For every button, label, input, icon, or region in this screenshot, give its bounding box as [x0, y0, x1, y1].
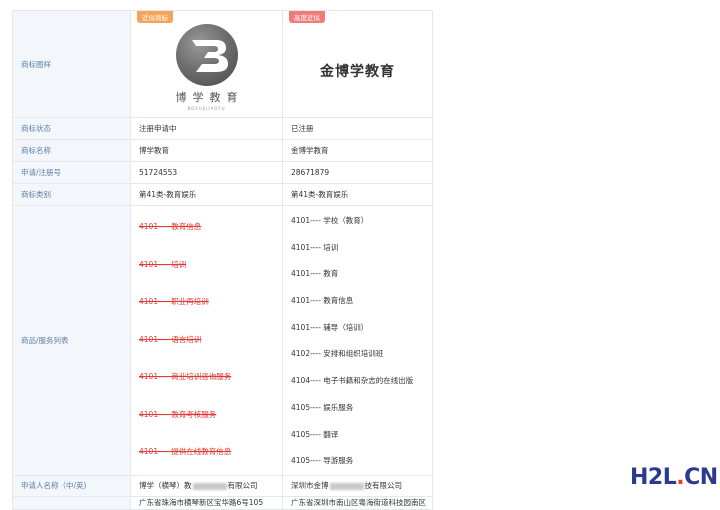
list-item: 4101---- 学校（教育） [291, 216, 369, 225]
class-a: 第41类-教育娱乐 [130, 183, 283, 206]
label-trademark-image: 商标图样 [12, 10, 131, 118]
label-services: 商品/服务列表 [12, 205, 131, 476]
applicant-a-prefix: 博学（横琴）教 [139, 481, 192, 491]
address-a: 广东省珠海市横琴新区宝华路6号105 [130, 495, 283, 510]
applicant-a-suffix: 有限公司 [227, 481, 258, 491]
list-item: 4101---- 辅导（培训） [291, 322, 369, 332]
status-a: 注册申请中 [130, 117, 283, 140]
watermark-cn: CN [684, 465, 718, 490]
list-item: 4104---- 电子书籍和杂志的在线出版 [291, 376, 414, 386]
reg-no-a: 51724553 [130, 161, 283, 184]
applicant-b-suffix: 技有限公司 [364, 481, 403, 491]
status-b: 已注册 [282, 117, 433, 140]
row-applicant: 申请人名称（中/英) 博学（横琴）教 有限公司 深圳市金博 技有限公司 [12, 474, 433, 497]
class-b: 第41类-教育娱乐 [282, 183, 433, 206]
list-item: 4105---- 导游服务 [291, 456, 354, 466]
high-similar-tag: 高度近似 [289, 11, 325, 23]
similar-tag: 近似商标 [137, 11, 173, 23]
row-trademark-image: 商标图样 近似商标 博学教育 BOXUEJIAOYU 高度近似 金博学教育 [12, 10, 433, 118]
wordmark-text: 金博学教育 [320, 64, 395, 80]
row-address: 广东省珠海市横琴新区宝华路6号105 广东省深圳市南山区粤海街道科技园南区 [12, 495, 433, 510]
list-item: 4105---- 娱乐服务 [291, 402, 354, 412]
services-a-list: 4101---- 教育信息 4101---- 培训 4101---- 职业再培训… [139, 208, 274, 471]
watermark-h2l: H2L [630, 465, 677, 490]
watermark-dot: . [676, 465, 685, 490]
label-address [12, 495, 131, 510]
list-item: 4101---- 教育信息 [139, 222, 202, 231]
logo-chinese-text: 博学教育 [175, 90, 244, 104]
list-item: 4101---- 教育 [291, 269, 339, 279]
label-status: 商标状态 [12, 117, 131, 140]
trademark-compare-table: 商标图样 近似商标 博学教育 BOXUEJIAOYU 高度近似 金博学教育 商标… [12, 10, 433, 510]
services-a: 4101---- 教育信息 4101---- 培训 4101---- 职业再培训… [130, 205, 283, 476]
label-reg-no: 申请/注册号 [12, 161, 131, 184]
applicant-a: 博学（横琴）教 有限公司 [130, 474, 283, 497]
b-logo-icon [175, 23, 238, 86]
row-status: 商标状态 注册申请中 已注册 [12, 117, 433, 140]
applicant-b-prefix: 深圳市金博 [291, 481, 329, 491]
address-b: 广东省深圳市南山区粤海街道科技园南区 [282, 495, 433, 510]
list-item: 4101---- 教育考核服务 [139, 409, 217, 419]
name-b: 金博学教育 [282, 139, 433, 162]
redacted-block [192, 482, 227, 490]
services-b-list: 4101---- 学校（教育） 4101---- 培训 4101---- 教育 … [291, 208, 424, 475]
name-a: 博学教育 [130, 139, 283, 162]
site-watermark: H2L.CN [630, 465, 718, 490]
list-item: 4101---- 培训 [291, 242, 339, 252]
trademark-b-image: 高度近似 金博学教育 [282, 10, 433, 118]
logo-english-text: BOXUEJIAOYU [187, 105, 226, 111]
row-services: 商品/服务列表 4101---- 教育信息 4101---- 培训 4101--… [12, 205, 433, 476]
reg-no-b: 28671879 [282, 161, 433, 184]
list-item: 4102---- 安排和组织培训班 [291, 349, 384, 359]
row-class: 商标类别 第41类-教育娱乐 第41类-教育娱乐 [12, 183, 433, 206]
services-b: 4101---- 学校（教育） 4101---- 培训 4101---- 教育 … [282, 205, 433, 476]
label-name: 商标名称 [12, 139, 131, 162]
applicant-b: 深圳市金博 技有限公司 [282, 474, 433, 497]
label-applicant: 申请人名称（中/英) [12, 474, 131, 497]
list-item: 4105---- 翻译 [291, 429, 339, 439]
list-item: 4101---- 提供在线教育信息 [139, 447, 232, 456]
list-item: 4101---- 教育信息 [291, 296, 354, 306]
trademark-a-image: 近似商标 博学教育 BOXUEJIAOYU [130, 10, 283, 118]
list-item: 4101---- 商业培训咨询服务 [139, 372, 232, 381]
row-reg-no: 申请/注册号 51724553 28671879 [12, 161, 433, 184]
redacted-block [329, 482, 364, 490]
label-class: 商标类别 [12, 183, 131, 206]
row-name: 商标名称 博学教育 金博学教育 [12, 139, 433, 162]
list-item: 4101---- 职业再培训 [139, 297, 209, 306]
list-item: 4101---- 语言培训 [139, 334, 202, 344]
list-item: 4101---- 培训 [139, 259, 187, 269]
